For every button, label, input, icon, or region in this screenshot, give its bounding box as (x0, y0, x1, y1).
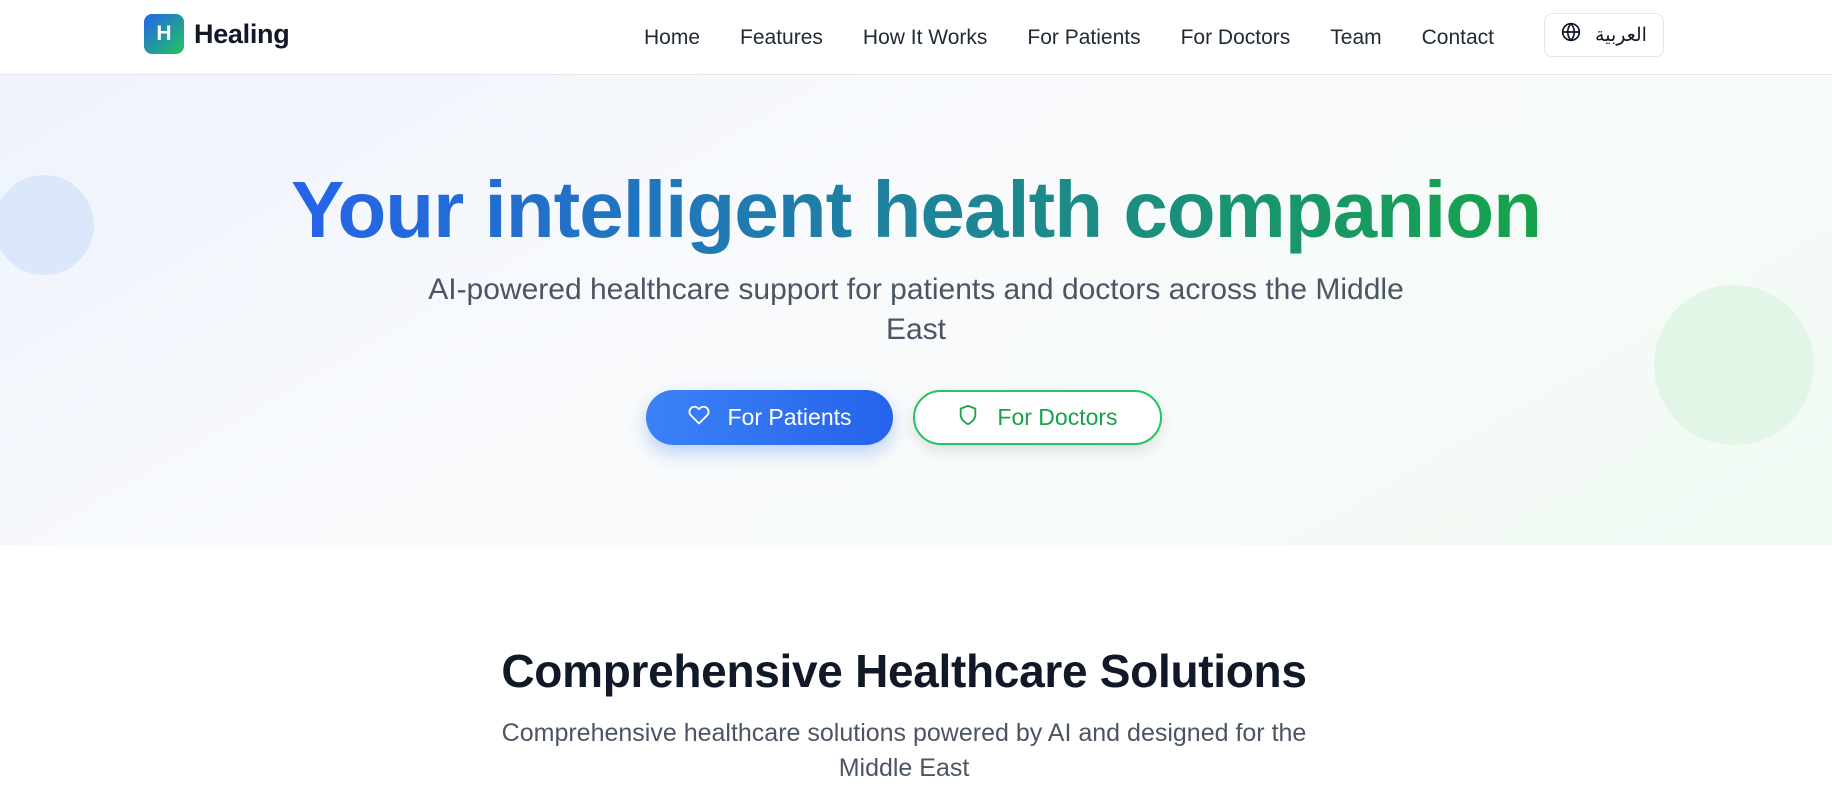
hero-subtitle: AI-powered healthcare support for patien… (428, 273, 1404, 346)
nav-link-contact[interactable]: Contact (1422, 26, 1494, 50)
nav-link-for-patients[interactable]: For Patients (1027, 26, 1140, 50)
main-nav: Home Features How It Works For Patients … (644, 0, 1494, 75)
nav-link-how-it-works[interactable]: How It Works (863, 26, 987, 50)
hero-title: Your intelligent health companion (290, 165, 1542, 254)
nav-link-home[interactable]: Home (644, 26, 700, 50)
for-patients-button[interactable]: For Patients (646, 390, 893, 445)
solutions-title: Comprehensive Healthcare Solutions (501, 645, 1307, 697)
nav-link-team[interactable]: Team (1330, 26, 1381, 50)
brand-logo-link[interactable]: H Healing (144, 14, 290, 54)
shield-icon (957, 404, 979, 432)
hero-section: Your intelligent health companion AI-pow… (0, 75, 1832, 545)
top-navbar: H Healing Home Features How It Works For… (0, 0, 1832, 75)
solutions-subtitle: Comprehensive healthcare solutions power… (501, 719, 1307, 782)
nav-link-features[interactable]: Features (740, 26, 823, 50)
heart-icon (688, 404, 710, 432)
logo-icon: H (144, 14, 184, 54)
for-doctors-button[interactable]: For Doctors (913, 390, 1162, 445)
brand-name: Healing (194, 18, 290, 49)
for-doctors-label: For Doctors (997, 404, 1118, 430)
globe-icon (1561, 22, 1581, 48)
nav-link-for-doctors[interactable]: For Doctors (1181, 26, 1291, 50)
decorative-circle-right (1654, 285, 1814, 445)
language-label: العربية (1595, 24, 1647, 46)
for-patients-label: For Patients (727, 404, 852, 430)
language-switch-button[interactable]: العربية (1544, 13, 1664, 57)
